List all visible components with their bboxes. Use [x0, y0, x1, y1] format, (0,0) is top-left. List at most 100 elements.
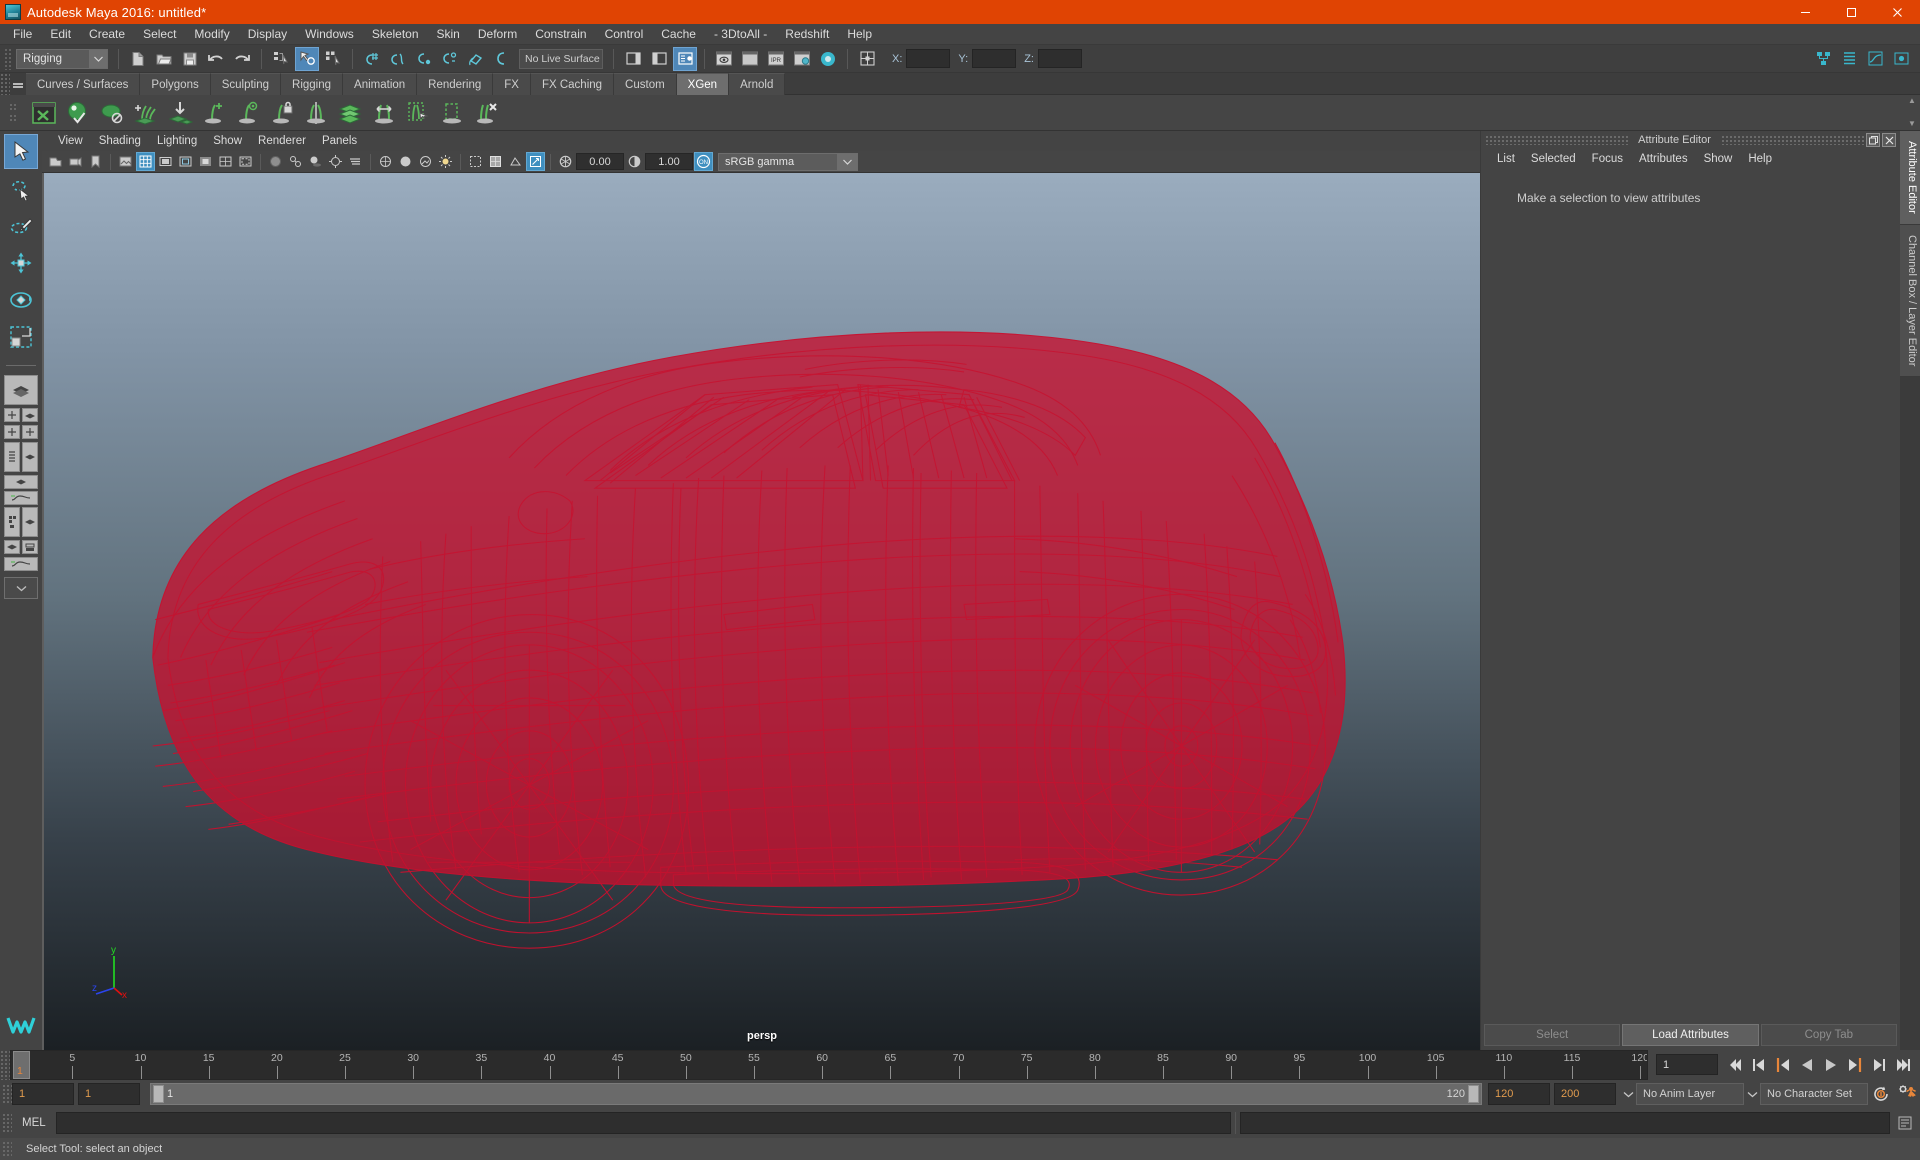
layout-pane-persp[interactable] — [22, 442, 38, 472]
snap-to-point-icon[interactable] — [412, 47, 436, 71]
save-scene-icon[interactable] — [178, 47, 202, 71]
ae-menu-focus[interactable]: Focus — [1584, 152, 1631, 166]
hardware-texturing-icon[interactable] — [416, 152, 435, 171]
panel-drag-dots-left[interactable] — [1485, 135, 1629, 145]
menu-skeleton[interactable]: Skeleton — [363, 25, 428, 44]
outliner-persp-layout[interactable] — [4, 425, 38, 439]
menu-edit[interactable]: Edit — [41, 25, 80, 44]
rotate-tool[interactable] — [4, 282, 38, 317]
step-back-frame-icon[interactable] — [1772, 1053, 1794, 1077]
viewport-menu-panels[interactable]: Panels — [314, 134, 365, 148]
hypergraph-layout[interactable] — [4, 507, 38, 537]
z-axis-input[interactable] — [1037, 49, 1082, 68]
ae-menu-list[interactable]: List — [1489, 152, 1523, 166]
persp-graph-outliner-layout[interactable] — [4, 491, 38, 505]
wireframe-on-shaded-icon[interactable] — [486, 152, 505, 171]
shelf-tab-fx-caching[interactable]: FX Caching — [530, 73, 615, 95]
go-to-start-icon[interactable] — [1724, 1053, 1746, 1077]
menu-set-selector[interactable]: Rigging — [16, 48, 108, 69]
more-layouts[interactable] — [4, 577, 38, 599]
load-attributes-button[interactable]: Load Attributes — [1622, 1024, 1759, 1046]
character-set-chevron-down-icon[interactable] — [1744, 1091, 1760, 1098]
select-by-component-icon[interactable] — [321, 47, 345, 71]
shelf-options-icon[interactable] — [0, 103, 26, 122]
shelf-tab-xgen[interactable]: XGen — [676, 73, 730, 95]
current-time-marker[interactable]: 1 — [13, 1051, 30, 1079]
perspective-viewport[interactable]: y z x persp — [42, 173, 1480, 1050]
menu-select[interactable]: Select — [134, 25, 185, 44]
viewport-menu-renderer[interactable]: Renderer — [250, 134, 314, 148]
motion-blur-icon[interactable] — [346, 152, 365, 171]
xray-joints-icon[interactable] — [286, 152, 305, 171]
render-view-icon[interactable] — [816, 47, 840, 71]
grid-toggle-icon[interactable] — [136, 152, 155, 171]
render-view-panel-icon[interactable] — [1889, 47, 1913, 71]
menu-deform[interactable]: Deform — [469, 25, 526, 44]
select-button[interactable]: Select — [1484, 1024, 1621, 1046]
range-slider-grip[interactable] — [2, 1084, 12, 1104]
outliner-icon[interactable] — [1837, 47, 1861, 71]
shelf-tab-curves-surfaces[interactable]: Curves / Surfaces — [26, 73, 141, 95]
single-perspective-layout[interactable] — [4, 375, 38, 405]
select-by-object-icon[interactable] — [295, 46, 319, 71]
time-slider-grip[interactable] — [0, 1050, 10, 1080]
animation-start-field[interactable]: 1 — [12, 1083, 74, 1105]
help-line-grip[interactable] — [2, 1141, 12, 1157]
layout-pane-list[interactable] — [4, 442, 20, 472]
xgen-guide-eye-icon[interactable] — [232, 97, 264, 129]
wireframe-icon[interactable] — [376, 152, 395, 171]
xgen-add-guide-icon[interactable] — [130, 97, 162, 129]
smooth-shade-icon[interactable] — [396, 152, 415, 171]
anim-layer-selector[interactable]: No Anim Layer — [1636, 1083, 1744, 1105]
viewport-menu-view[interactable]: View — [50, 134, 91, 148]
tab-attribute-editor[interactable]: Attribute Editor — [1900, 131, 1920, 225]
undock-icon[interactable] — [1866, 133, 1881, 147]
xgen-layers-icon[interactable] — [334, 97, 366, 129]
shelf-tab-animation[interactable]: Animation — [343, 73, 418, 95]
snap-to-curve-icon[interactable] — [386, 47, 410, 71]
select-by-hierarchy-icon[interactable] — [269, 47, 293, 71]
use-lights-icon[interactable] — [436, 152, 455, 171]
contrast-icon[interactable] — [625, 152, 644, 171]
range-end-field[interactable]: 120 — [1488, 1083, 1550, 1105]
step-forward-frame-icon[interactable] — [1844, 1053, 1866, 1077]
layout-quadrant-4[interactable] — [22, 425, 38, 439]
command-language-label[interactable]: MEL — [12, 1117, 56, 1129]
shelf-grip[interactable] — [0, 73, 10, 95]
play-forwards-icon[interactable] — [1820, 1053, 1842, 1077]
xgen-sphere-icon[interactable] — [96, 97, 128, 129]
film-gate-icon[interactable] — [156, 152, 175, 171]
shelf-tab-fx[interactable]: FX — [493, 73, 531, 95]
menu-constrain[interactable]: Constrain — [526, 25, 595, 44]
shelf-tab-sculpting[interactable]: Sculpting — [210, 73, 282, 95]
graph-editor-icon[interactable] — [1863, 47, 1887, 71]
persp-outliner-layout[interactable] — [4, 540, 38, 554]
shelf-collapse-icon[interactable] — [10, 73, 26, 95]
open-scene-icon[interactable] — [152, 47, 176, 71]
car-wireframe-model[interactable] — [130, 226, 1394, 963]
viewport-display-icon[interactable] — [526, 152, 545, 171]
exposure-icon[interactable] — [556, 152, 575, 171]
menu-windows[interactable]: Windows — [296, 25, 363, 44]
minimize-icon[interactable] — [1782, 0, 1828, 24]
time-slider[interactable]: 1 5 10 15 20 25 30 35 40 45 50 55 60 65 70 75 80 85 90 95 1… — [10, 1050, 1648, 1080]
viewport-menu-shading[interactable]: Shading — [91, 134, 149, 148]
menu-display[interactable]: Display — [239, 25, 296, 44]
menu-skin[interactable]: Skin — [428, 25, 469, 44]
ambient-occlusion-icon[interactable] — [326, 152, 345, 171]
hypergraph-icon[interactable] — [1811, 47, 1835, 71]
move-tool[interactable] — [4, 245, 38, 280]
copy-tab-button[interactable]: Copy Tab — [1760, 1024, 1897, 1046]
anim-layer-chevron-down-icon[interactable] — [1620, 1091, 1636, 1098]
range-start-field[interactable]: 1 — [78, 1083, 140, 1105]
lock-camera-icon[interactable] — [66, 152, 85, 171]
layout-quadrant-5[interactable] — [4, 540, 20, 554]
menu-3dtoall[interactable]: - 3DtoAll - — [705, 25, 776, 44]
menu-file[interactable]: File — [4, 25, 41, 44]
make-live-icon[interactable] — [490, 47, 514, 71]
layout-pane-grid[interactable] — [4, 507, 20, 537]
panel-drag-dots-right[interactable] — [1720, 135, 1865, 145]
layout-quadrant-6[interactable] — [22, 540, 38, 554]
show-hide-channel-box-icon[interactable] — [673, 46, 697, 71]
show-hide-attribute-editor-icon[interactable] — [621, 47, 645, 71]
